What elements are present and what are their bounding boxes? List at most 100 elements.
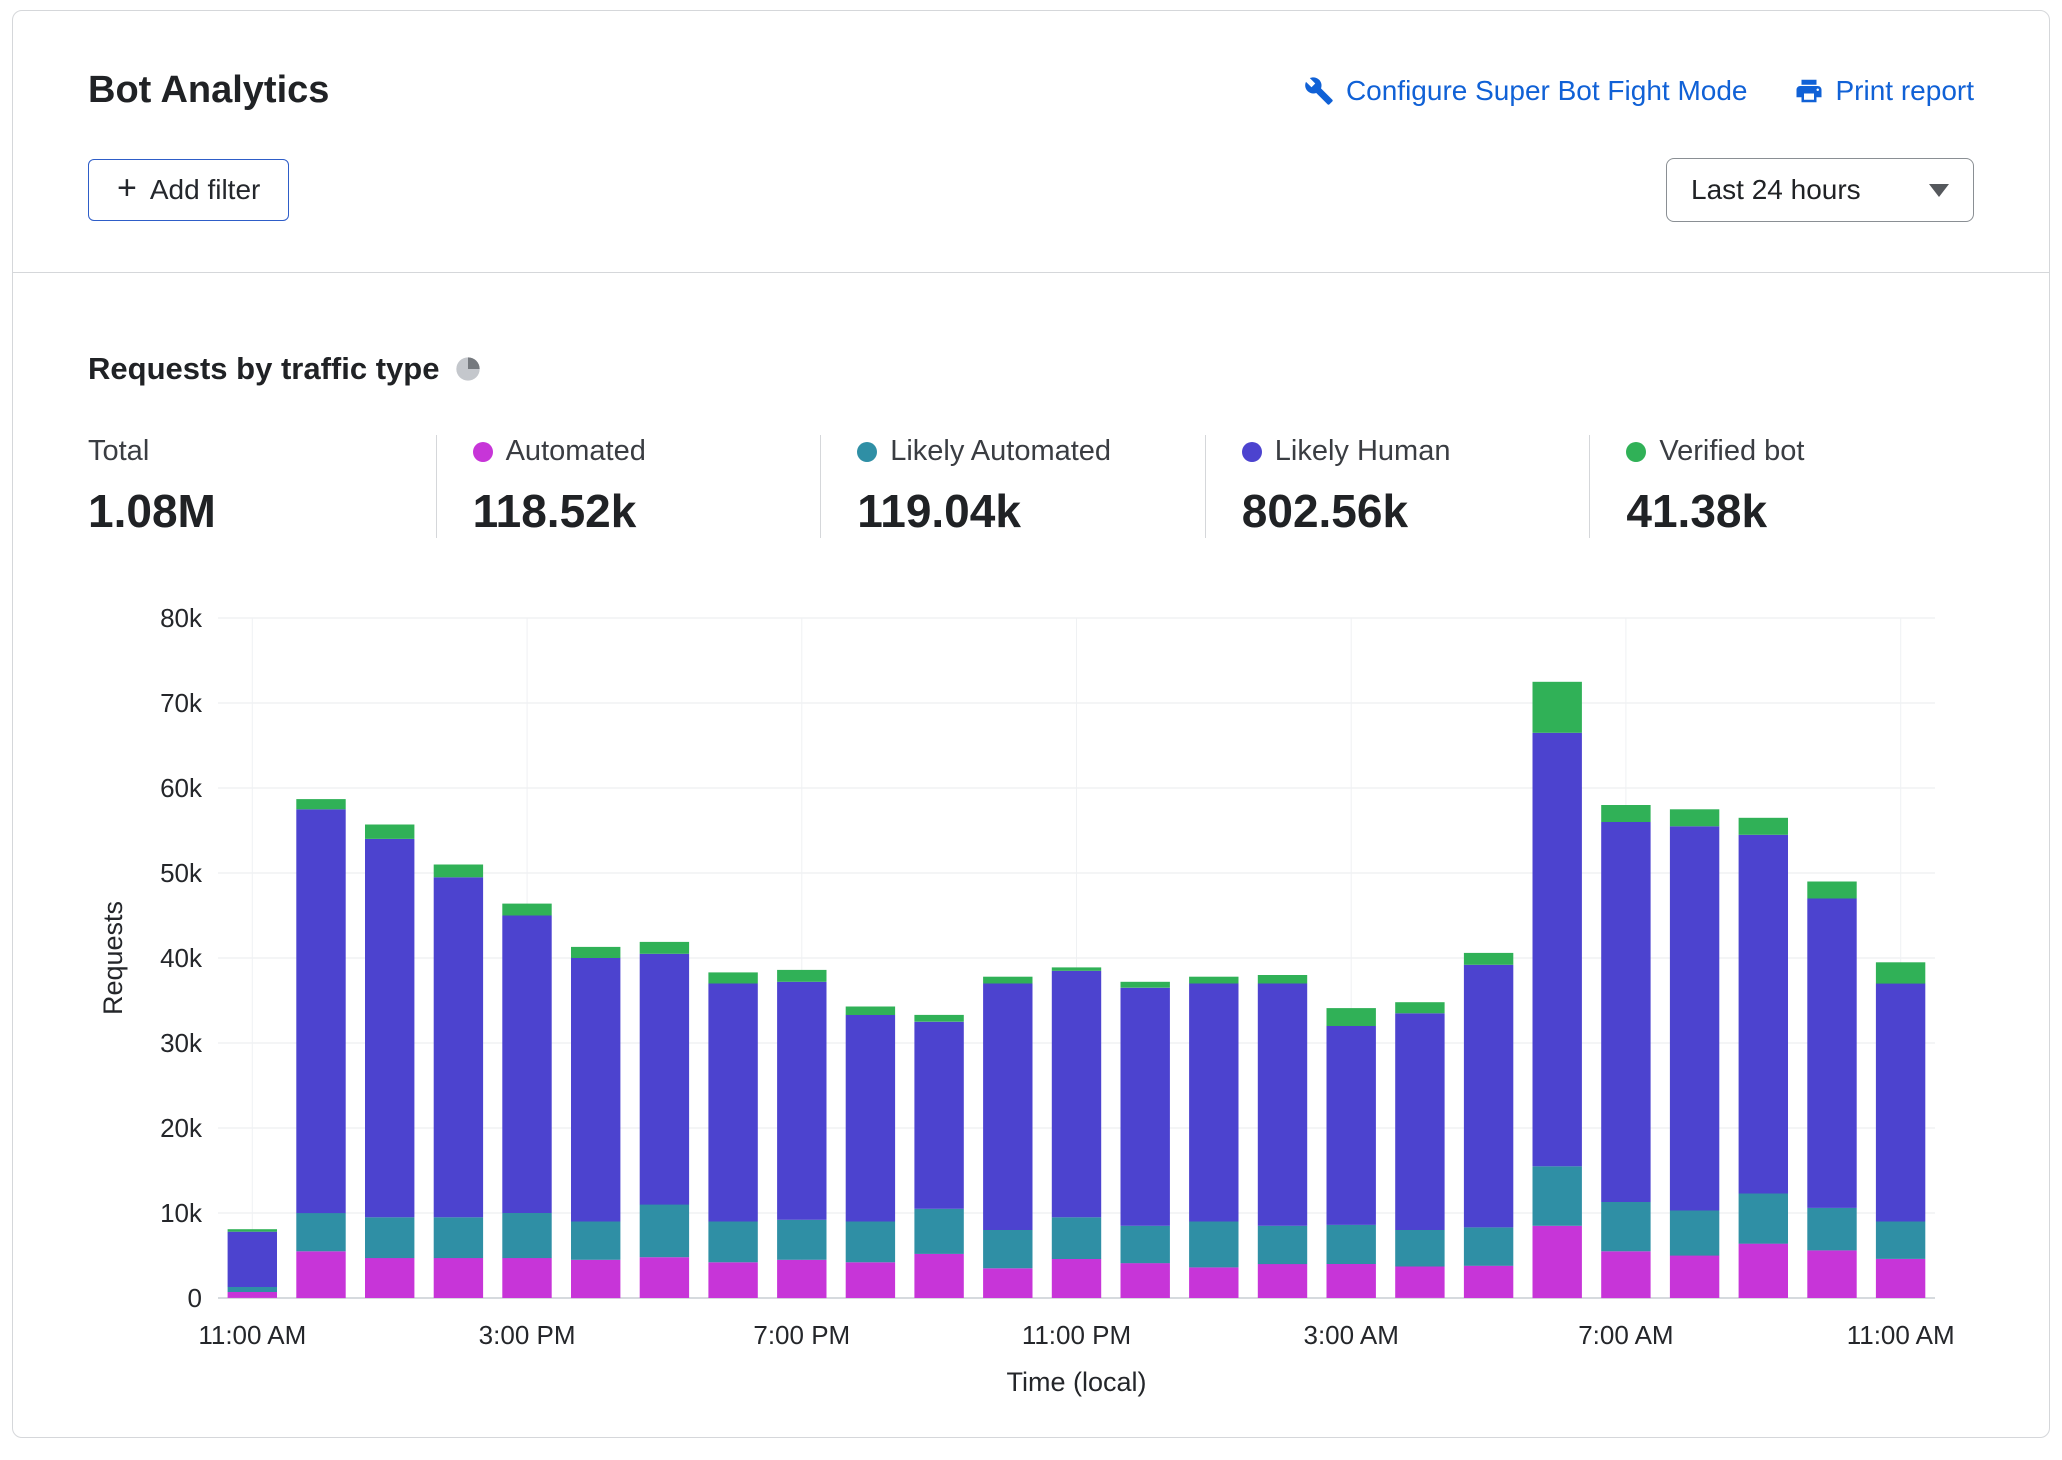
print-link-label: Print report <box>1836 75 1975 107</box>
bar-20-automated <box>1601 1251 1650 1298</box>
bar-17-automated <box>1395 1267 1444 1298</box>
bar-14-likely-automated <box>1189 1222 1238 1268</box>
bar-20-likely-human <box>1601 822 1650 1202</box>
y-tick-label: 30k <box>160 1028 203 1058</box>
y-tick-label: 70k <box>160 688 203 718</box>
bar-1-automated <box>296 1251 345 1298</box>
bar-11-verified-bot <box>983 977 1032 984</box>
bar-9-automated <box>846 1262 895 1298</box>
add-filter-button[interactable]: + Add filter <box>88 159 289 221</box>
stat-automated-label: Automated <box>506 435 646 468</box>
bar-12-automated <box>1052 1259 1101 1298</box>
bar-3-verified-bot <box>434 865 483 878</box>
bar-23-verified-bot <box>1807 882 1856 899</box>
bar-13-automated <box>1121 1263 1170 1298</box>
y-tick-label: 80k <box>160 603 203 633</box>
y-tick-label: 40k <box>160 943 203 973</box>
bar-4-likely-automated <box>502 1213 551 1258</box>
bar-0-likely-automated <box>228 1287 277 1292</box>
stat-likely-automated-value: 119.04k <box>857 484 1189 538</box>
bar-8-likely-human <box>777 982 826 1220</box>
bar-12-likely-human <box>1052 971 1101 1218</box>
y-tick-label: 10k <box>160 1198 203 1228</box>
bar-8-automated <box>777 1260 826 1298</box>
bar-18-likely-automated <box>1464 1228 1513 1266</box>
x-tick-label: 11:00 AM <box>1847 1320 1955 1350</box>
bar-5-likely-human <box>571 958 620 1222</box>
bar-15-verified-bot <box>1258 975 1307 984</box>
bar-13-verified-bot <box>1121 982 1170 988</box>
bar-1-likely-automated <box>296 1213 345 1251</box>
bar-8-verified-bot <box>777 970 826 982</box>
bar-6-likely-human <box>640 954 689 1205</box>
bar-21-automated <box>1670 1256 1719 1299</box>
bar-24-likely-human <box>1876 984 1925 1222</box>
bar-5-likely-automated <box>571 1222 620 1260</box>
bar-4-automated <box>502 1258 551 1298</box>
header-links: Configure Super Bot Fight Mode Print rep… <box>1304 75 1974 107</box>
bar-9-verified-bot <box>846 1007 895 1016</box>
x-tick-label: 7:00 PM <box>753 1320 850 1350</box>
bar-13-likely-human <box>1121 988 1170 1226</box>
print-report-link[interactable]: Print report <box>1794 75 1975 107</box>
stat-automated[interactable]: Automated 118.52k <box>436 435 821 538</box>
stat-automated-value: 118.52k <box>473 484 805 538</box>
bar-24-verified-bot <box>1876 962 1925 983</box>
bar-24-automated <box>1876 1259 1925 1298</box>
time-range-value: Last 24 hours <box>1691 174 1861 206</box>
y-tick-label: 0 <box>188 1283 202 1313</box>
stat-likely-automated[interactable]: Likely Automated 119.04k <box>820 435 1205 538</box>
stat-verified-bot[interactable]: Verified bot 41.38k <box>1589 435 1974 538</box>
bar-11-likely-human <box>983 984 1032 1231</box>
bar-3-likely-automated <box>434 1217 483 1258</box>
stat-total: Total 1.08M <box>88 435 436 538</box>
bar-11-likely-automated <box>983 1230 1032 1268</box>
stat-likely-human-value: 802.56k <box>1242 484 1574 538</box>
y-axis-title: Requests <box>98 901 128 1015</box>
bar-10-likely-human <box>914 1022 963 1209</box>
requests-section: Requests by traffic type Total 1.08M Aut… <box>13 273 2049 1403</box>
bar-22-likely-automated <box>1739 1194 1788 1244</box>
time-range-select[interactable]: Last 24 hours <box>1666 158 1974 222</box>
bar-0-automated <box>228 1292 277 1298</box>
bar-2-likely-human <box>365 839 414 1217</box>
stat-total-label: Total <box>88 435 149 468</box>
bar-15-likely-automated <box>1258 1226 1307 1264</box>
bar-9-likely-automated <box>846 1222 895 1263</box>
page-title: Bot Analytics <box>88 69 329 112</box>
bar-9-likely-human <box>846 1015 895 1222</box>
bar-7-likely-automated <box>708 1222 757 1263</box>
bar-16-verified-bot <box>1327 1008 1376 1026</box>
stat-likely-human[interactable]: Likely Human 802.56k <box>1205 435 1590 538</box>
requests-by-traffic-type-chart: 010k20k30k40k50k60k70k80k11:00 AM3:00 PM… <box>88 598 1974 1403</box>
bar-22-verified-bot <box>1739 818 1788 835</box>
chevron-down-icon <box>1929 184 1949 197</box>
section-title: Requests by traffic type <box>88 351 439 387</box>
x-tick-label: 7:00 AM <box>1578 1320 1673 1350</box>
pie-chart-icon <box>454 355 482 383</box>
bar-19-automated <box>1533 1226 1582 1298</box>
bar-19-likely-human <box>1533 733 1582 1167</box>
plus-icon: + <box>117 171 137 205</box>
configure-super-bot-fight-mode-link[interactable]: Configure Super Bot Fight Mode <box>1304 75 1748 107</box>
bar-18-automated <box>1464 1266 1513 1298</box>
bar-4-likely-human <box>502 916 551 1214</box>
y-tick-label: 20k <box>160 1113 203 1143</box>
bar-7-automated <box>708 1262 757 1298</box>
bar-4-verified-bot <box>502 904 551 916</box>
bar-23-automated <box>1807 1250 1856 1298</box>
bar-17-likely-human <box>1395 1013 1444 1230</box>
bar-14-verified-bot <box>1189 977 1238 984</box>
bar-10-verified-bot <box>914 1015 963 1022</box>
bar-6-likely-automated <box>640 1205 689 1258</box>
stat-likely-automated-label: Likely Automated <box>890 435 1111 468</box>
stat-verified-bot-label: Verified bot <box>1659 435 1804 468</box>
bar-2-verified-bot <box>365 825 414 839</box>
configure-link-label: Configure Super Bot Fight Mode <box>1346 75 1748 107</box>
bar-16-likely-human <box>1327 1026 1376 1225</box>
verified-bot-legend-dot <box>1626 442 1646 462</box>
stat-total-value: 1.08M <box>88 484 420 538</box>
add-filter-label: Add filter <box>150 174 261 206</box>
bar-24-likely-automated <box>1876 1222 1925 1259</box>
x-tick-label: 3:00 AM <box>1303 1320 1398 1350</box>
